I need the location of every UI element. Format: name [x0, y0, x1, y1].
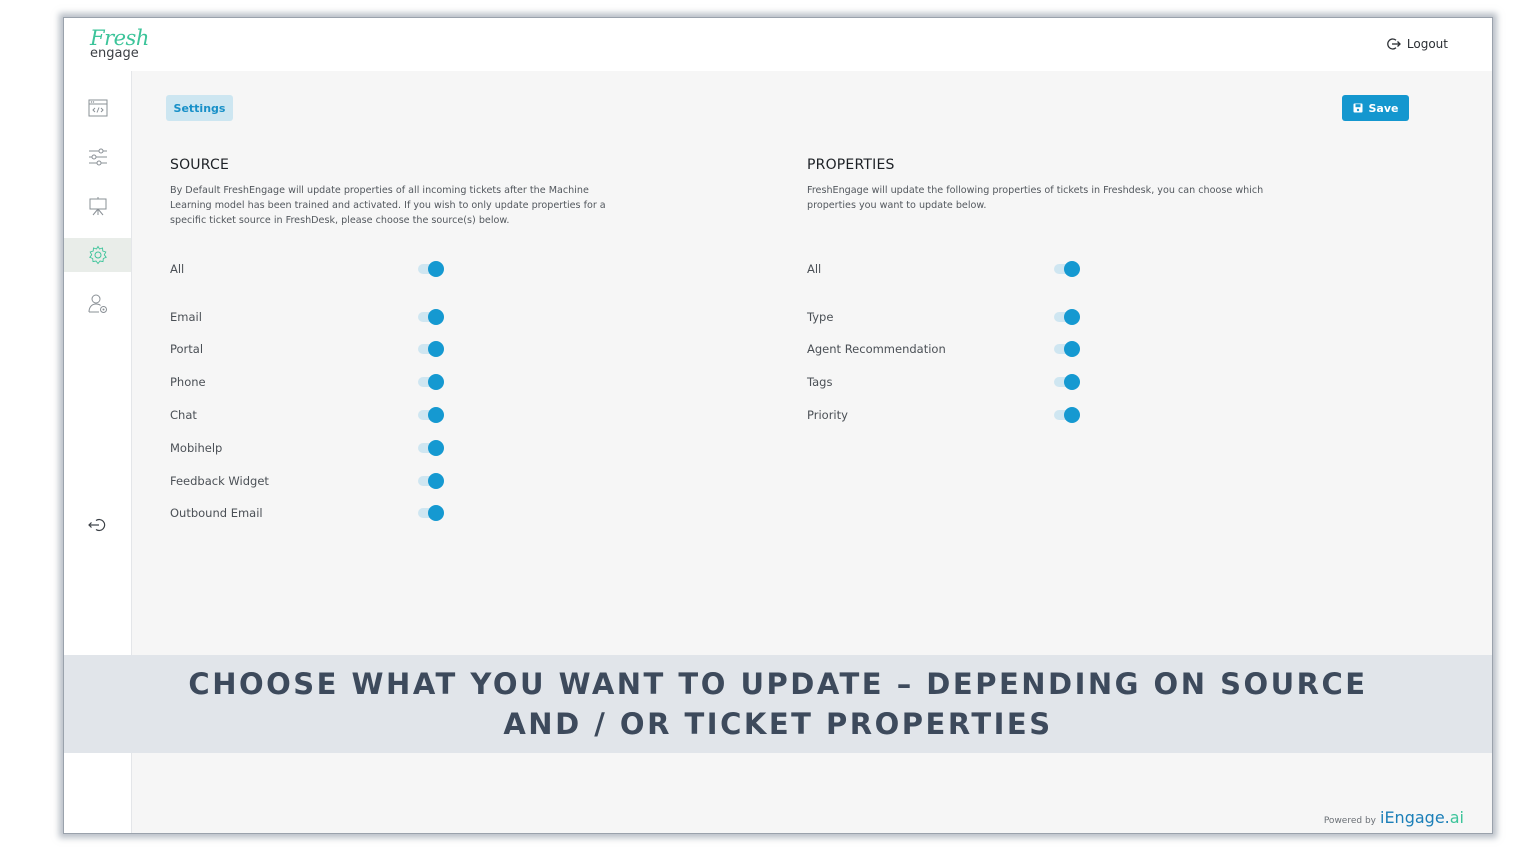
sidebar-item-settings[interactable]: [64, 238, 131, 272]
source-feedback-widget-toggle[interactable]: [418, 471, 446, 491]
brand-main: iEngage.: [1380, 808, 1450, 827]
source-row: Email: [170, 307, 202, 327]
source-label: Email: [170, 310, 202, 324]
properties-all-label: All: [807, 262, 822, 276]
floppy-disk-icon: [1353, 103, 1362, 113]
sidebar-item-embed[interactable]: [64, 91, 131, 125]
property-tags-toggle[interactable]: [1054, 372, 1082, 392]
property-agent-recommendation-toggle[interactable]: [1054, 339, 1082, 359]
powered-by-label: Powered by: [1323, 816, 1376, 826]
property-label: Tags: [807, 375, 833, 389]
brand-suffix: ai: [1449, 808, 1464, 827]
property-label: Agent Recommendation: [807, 342, 946, 356]
property-label: Priority: [807, 408, 848, 422]
logout-button[interactable]: Logout: [1387, 37, 1448, 51]
sidebar-item-filters[interactable]: [64, 140, 131, 174]
source-label: Outbound Email: [170, 506, 263, 520]
code-window-icon: [88, 99, 107, 117]
property-priority-toggle[interactable]: [1054, 405, 1082, 425]
caption-banner: CHOOSE WHAT YOU WANT TO UPDATE – DEPENDI…: [64, 655, 1492, 753]
property-row: Tags: [807, 372, 832, 392]
top-bar: Fresh engage Logout: [64, 18, 1492, 71]
sliders-icon: [88, 148, 107, 166]
property-type-toggle[interactable]: [1054, 307, 1082, 327]
source-section: SOURCE By Default FreshEngage will updat…: [170, 157, 630, 228]
logout-label: Logout: [1406, 37, 1448, 51]
source-description: By Default FreshEngage will update prope…: [170, 185, 606, 226]
property-label: Type: [807, 310, 834, 324]
source-portal-toggle[interactable]: [418, 339, 446, 359]
source-chat-toggle[interactable]: [418, 405, 446, 425]
properties-all-toggle[interactable]: [1054, 259, 1082, 279]
sidebar-item-users[interactable]: [64, 287, 131, 321]
source-row: Chat: [170, 405, 197, 425]
logout-icon: [1387, 38, 1401, 50]
source-row-all: All: [170, 259, 184, 279]
source-label: Portal: [170, 342, 204, 356]
save-button[interactable]: Save: [1342, 95, 1409, 121]
sign-out-icon: [87, 518, 105, 532]
save-label: Save: [1368, 101, 1399, 115]
source-row: Outbound Email: [170, 503, 263, 523]
powered-by: Powered by iEngage.ai: [1324, 808, 1464, 827]
source-email-toggle[interactable]: [418, 307, 446, 327]
logo-engage-text: engage: [90, 46, 139, 61]
properties-section: PROPERTIES FreshEngage will update the f…: [807, 157, 1267, 213]
source-label: Mobihelp: [170, 441, 223, 455]
properties-description: FreshEngage will update the following pr…: [807, 185, 1264, 211]
source-mobihelp-toggle[interactable]: [418, 438, 446, 458]
sidebar-item-signout[interactable]: [64, 508, 131, 542]
property-row: Priority: [807, 405, 848, 425]
source-phone-toggle[interactable]: [418, 372, 446, 392]
source-row: Feedback Widget: [170, 471, 269, 491]
source-all-toggle[interactable]: [418, 259, 446, 279]
source-label: Feedback Widget: [170, 474, 269, 488]
source-row: Mobihelp: [170, 438, 222, 458]
iengage-logo[interactable]: iEngage.ai: [1380, 808, 1464, 827]
caption-text: CHOOSE WHAT YOU WANT TO UPDATE – DEPENDI…: [188, 667, 1368, 741]
presentation-board-icon: [89, 197, 106, 216]
property-row: Type: [807, 307, 833, 327]
properties-row-all: All: [807, 259, 821, 279]
app-window: Fresh engage Logout Settings Save SOURCE…: [63, 17, 1493, 834]
source-label: Chat: [170, 408, 197, 422]
user-settings-icon: [88, 294, 107, 313]
gear-icon: [88, 245, 107, 265]
sidebar-item-training[interactable]: [64, 189, 131, 223]
property-row: Agent Recommendation: [807, 339, 946, 359]
source-outbound-email-toggle[interactable]: [418, 503, 446, 523]
source-all-label: All: [170, 262, 185, 276]
source-row: Phone: [170, 372, 206, 392]
freshengage-logo[interactable]: Fresh engage: [90, 27, 150, 63]
source-label: Phone: [170, 375, 206, 389]
breadcrumb-settings[interactable]: Settings: [166, 95, 233, 121]
properties-title: PROPERTIES: [807, 157, 895, 173]
source-row: Portal: [170, 339, 203, 359]
source-title: SOURCE: [170, 157, 230, 173]
